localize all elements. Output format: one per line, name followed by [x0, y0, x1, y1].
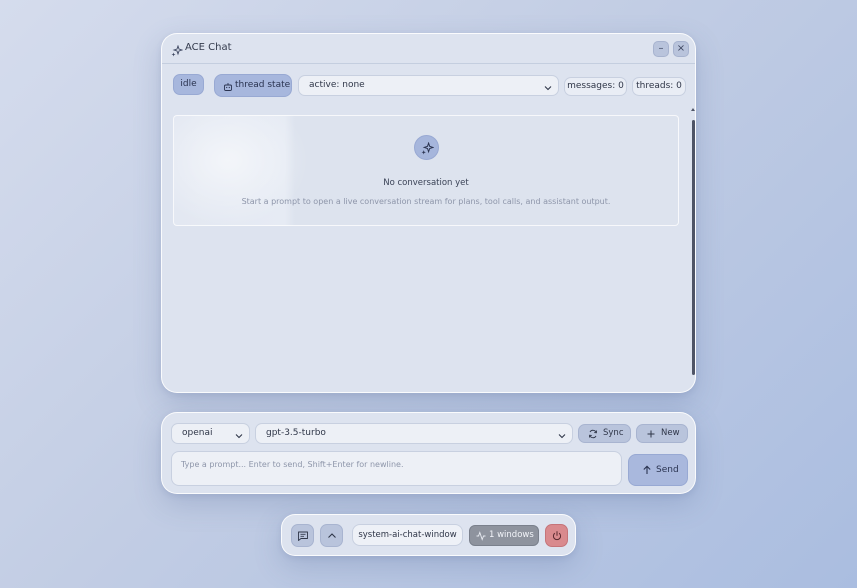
message-square-icon [298, 531, 308, 541]
chat-window: ACE Chat – × idle thread state active: n… [161, 33, 696, 393]
chat-toggle-button[interactable] [291, 524, 314, 547]
threads-count-badge: threads: 0 [632, 77, 686, 96]
sync-label: Sync [603, 428, 624, 438]
windows-count-button[interactable]: 1 windows [469, 525, 539, 546]
messages-count-badge: messages: 0 [564, 77, 627, 96]
windows-count-label: 1 windows [489, 530, 534, 540]
prompt-input[interactable]: Type a prompt... Enter to send, Shift+En… [171, 451, 622, 486]
sync-button[interactable]: Sync [578, 424, 631, 443]
close-button[interactable]: × [673, 41, 689, 57]
thread-state-label: thread state [235, 80, 291, 90]
prompt-placeholder: Type a prompt... Enter to send, Shift+En… [181, 460, 404, 469]
thread-state-button[interactable]: thread state [214, 74, 292, 97]
sparkles-icon [414, 135, 439, 160]
model-select[interactable]: gpt-3.5-turbo [255, 423, 573, 444]
active-thread-select[interactable]: active: none [298, 75, 559, 96]
empty-state-title: No conversation yet [383, 178, 469, 188]
send-label: Send [656, 465, 679, 475]
status-badge: idle [173, 74, 204, 95]
bot-icon [223, 80, 233, 91]
sparkles-icon [171, 42, 184, 57]
window-titlebar[interactable]: ACE Chat – × [162, 34, 695, 64]
empty-conversation-card: No conversation yet Start a prompt to op… [173, 115, 679, 227]
plus-icon [647, 430, 655, 438]
chevron-down-icon [544, 81, 552, 91]
window-title: ACE Chat [185, 42, 232, 53]
expand-button[interactable] [320, 524, 343, 547]
refresh-icon [589, 429, 597, 439]
minimize-icon: – [658, 43, 664, 54]
power-button[interactable] [545, 524, 568, 547]
activity-icon [476, 531, 486, 541]
card-glow [174, 116, 309, 227]
chevron-up-icon [328, 533, 336, 538]
active-thread-value: active: none [309, 80, 365, 90]
chevron-down-icon [235, 429, 243, 439]
model-value: gpt-3.5-turbo [266, 428, 326, 438]
empty-state-description: Start a prompt to open a live conversati… [241, 197, 611, 206]
scroll-up-arrow[interactable] [691, 108, 695, 111]
new-thread-button[interactable]: New [636, 424, 688, 443]
chevron-down-icon [558, 429, 566, 439]
minimize-button[interactable]: – [653, 41, 669, 57]
arrow-up-icon [643, 465, 651, 474]
power-icon [552, 531, 562, 541]
active-window-chip[interactable]: system-ai-chat-window [352, 524, 463, 546]
send-button[interactable]: Send [628, 454, 688, 486]
provider-value: openai [182, 428, 213, 438]
new-label: New [661, 428, 680, 438]
taskbar: system-ai-chat-window 1 windows [281, 514, 576, 556]
scrollbar-thumb[interactable] [692, 120, 695, 375]
provider-select[interactable]: openai [171, 423, 250, 444]
composer-panel: openai gpt-3.5-turbo Sync New Type a pro… [161, 412, 696, 494]
close-icon: × [676, 43, 686, 54]
